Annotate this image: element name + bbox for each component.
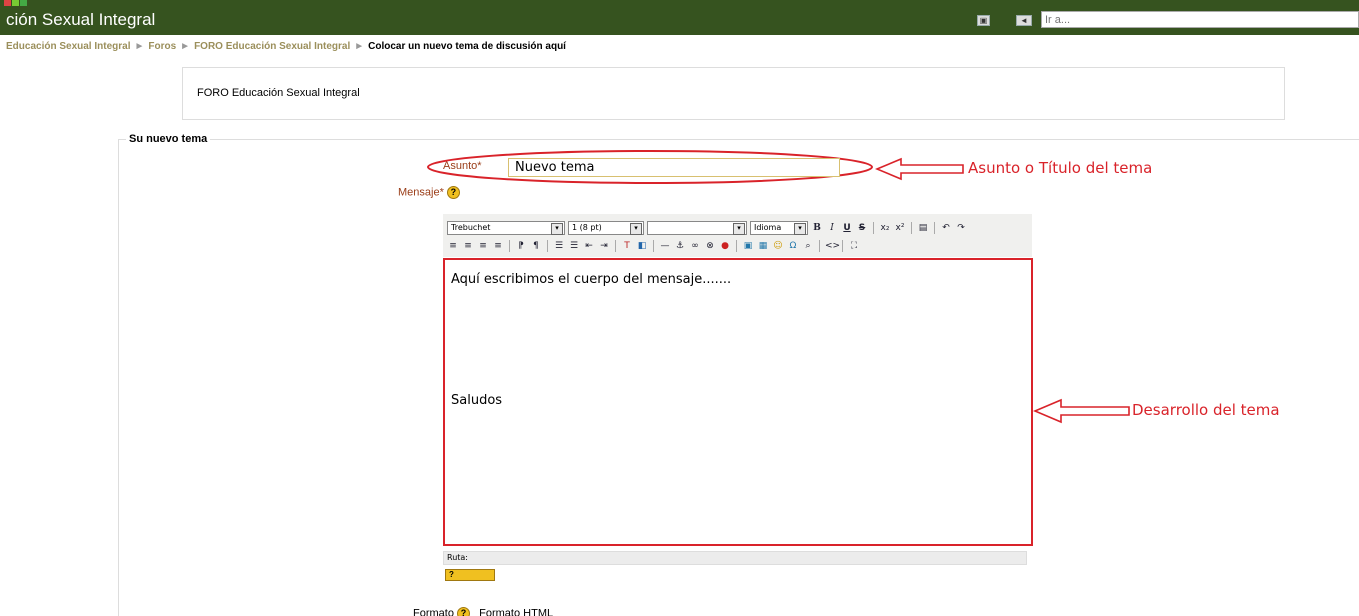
breadcrumb-separator: ► bbox=[180, 41, 191, 52]
table-icon[interactable]: ▦ bbox=[757, 240, 769, 252]
toolbar-divider bbox=[547, 240, 548, 252]
clean-word-icon[interactable]: ▤ bbox=[917, 222, 929, 234]
toolbar-divider bbox=[653, 240, 654, 252]
format-row: Formato? Formato HTML bbox=[413, 607, 553, 616]
rtl-icon[interactable]: ¶ bbox=[530, 240, 542, 252]
outdent-icon[interactable]: ⇤ bbox=[583, 240, 595, 252]
format-label: Formato bbox=[413, 607, 454, 616]
special-char-icon[interactable]: Ω bbox=[787, 240, 799, 252]
align-right-icon[interactable]: ≡ bbox=[477, 240, 489, 252]
body-annotation-label: Desarrollo del tema bbox=[1132, 401, 1280, 419]
text-color-icon[interactable]: T bbox=[621, 240, 633, 252]
toolbar-divider bbox=[819, 240, 820, 252]
toolbar-divider bbox=[934, 222, 935, 234]
image-icon[interactable]: ▣ bbox=[742, 240, 754, 252]
align-justify-icon[interactable]: ≡ bbox=[492, 240, 504, 252]
background-color-icon[interactable]: ◧ bbox=[636, 240, 648, 252]
link-icon[interactable]: ∞ bbox=[689, 240, 701, 252]
breadcrumb-current: Colocar un nuevo tema de discusión aquí bbox=[368, 41, 566, 52]
forum-info-box: FORO Educación Sexual Integral bbox=[182, 67, 1285, 120]
breadcrumb-separator: ► bbox=[354, 41, 365, 52]
breadcrumb-separator: ► bbox=[134, 41, 145, 52]
toolbar-divider bbox=[842, 240, 843, 252]
back-arrow-icon[interactable]: ◄ bbox=[1016, 15, 1032, 26]
font-family-select[interactable]: Trebuchet bbox=[447, 221, 565, 235]
site-title[interactable]: ción Sexual Integral bbox=[6, 10, 155, 30]
undo-icon[interactable]: ↶ bbox=[940, 222, 952, 234]
breadcrumb-link-forum[interactable]: FORO Educación Sexual Integral bbox=[194, 41, 350, 52]
indent-icon[interactable]: ⇥ bbox=[598, 240, 610, 252]
strikethrough-icon[interactable]: S bbox=[856, 222, 868, 234]
toolbar-divider bbox=[911, 222, 912, 234]
editor-text-line: Saludos bbox=[451, 393, 503, 408]
align-left-icon[interactable]: ≡ bbox=[447, 240, 459, 252]
html-source-icon[interactable]: <> bbox=[825, 240, 840, 252]
heading-select[interactable] bbox=[647, 221, 747, 235]
anchor-icon[interactable]: ⚓ bbox=[674, 240, 686, 252]
goto-input[interactable] bbox=[1041, 11, 1359, 28]
subject-annotation-label: Asunto o Título del tema bbox=[968, 159, 1153, 177]
unordered-list-icon[interactable]: ☰ bbox=[568, 240, 580, 252]
align-center-icon[interactable]: ≡ bbox=[462, 240, 474, 252]
language-select[interactable]: Idioma bbox=[750, 221, 808, 235]
editor-toolbar: Trebuchet 1 (8 pt) Idioma B I U S x₂ x² … bbox=[443, 214, 1032, 257]
forum-name: FORO Educación Sexual Integral bbox=[197, 87, 360, 99]
smiley-icon[interactable]: ☺ bbox=[772, 240, 784, 252]
ordered-list-icon[interactable]: ☰ bbox=[553, 240, 565, 252]
italic-icon[interactable]: I bbox=[826, 222, 838, 234]
format-value: Formato HTML bbox=[479, 607, 554, 616]
site-header: ción Sexual Integral ▣ ◄ bbox=[0, 0, 1359, 35]
breadcrumb: Educación Sexual Integral ► Foros ► FORO Edu… bbox=[6, 41, 566, 52]
help-icon[interactable]: ? bbox=[456, 607, 470, 616]
help-icon[interactable]: ? bbox=[446, 186, 460, 199]
site-logo[interactable] bbox=[0, 0, 30, 10]
breadcrumb-link-course[interactable]: Educación Sexual Integral bbox=[6, 41, 130, 52]
editor-help-button[interactable]: ? bbox=[445, 569, 495, 581]
message-label-text: Mensaje* bbox=[398, 186, 444, 199]
toolbar-divider bbox=[509, 240, 510, 252]
subject-annotation-arrow bbox=[875, 157, 964, 181]
message-editor[interactable]: Aquí escribimos el cuerpo del mensaje...… bbox=[443, 258, 1033, 546]
underline-icon[interactable]: U bbox=[841, 222, 853, 234]
search-replace-icon[interactable]: ⌕ bbox=[802, 240, 814, 252]
bold-icon[interactable]: B bbox=[811, 222, 823, 234]
nolink-icon[interactable]: ● bbox=[719, 240, 731, 252]
calendar-icon[interactable]: ▣ bbox=[977, 15, 990, 26]
message-label: Mensaje*? bbox=[398, 186, 460, 199]
fullscreen-icon[interactable]: ⛶ bbox=[848, 240, 860, 252]
toolbar-divider bbox=[736, 240, 737, 252]
unlink-icon[interactable]: ⊗ bbox=[704, 240, 716, 252]
ltr-icon[interactable]: ⁋ bbox=[515, 240, 527, 252]
toolbar-divider bbox=[615, 240, 616, 252]
body-annotation-arrow bbox=[1033, 398, 1130, 424]
editor-text-line: Aquí escribimos el cuerpo del mensaje...… bbox=[451, 272, 732, 287]
breadcrumb-link-forums[interactable]: Foros bbox=[148, 41, 176, 52]
redo-icon[interactable]: ↷ bbox=[955, 222, 967, 234]
subscript-icon[interactable]: x₂ bbox=[879, 222, 891, 234]
editor-path-bar: Ruta: bbox=[443, 551, 1027, 565]
font-size-select[interactable]: 1 (8 pt) bbox=[568, 221, 644, 235]
subject-label: Asunto* bbox=[443, 160, 482, 172]
toolbar-divider bbox=[873, 222, 874, 234]
fieldset-legend: Su nuevo tema bbox=[126, 133, 211, 145]
horizontal-rule-icon[interactable]: — bbox=[659, 240, 671, 252]
subject-input[interactable] bbox=[508, 158, 840, 177]
superscript-icon[interactable]: x² bbox=[894, 222, 906, 234]
